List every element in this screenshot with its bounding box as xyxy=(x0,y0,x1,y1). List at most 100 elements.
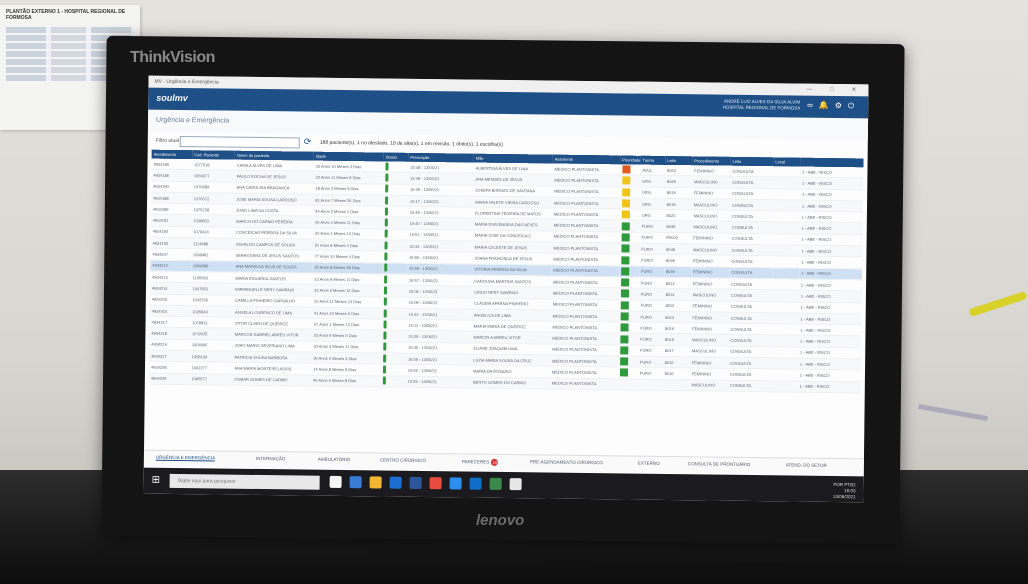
refresh-icon[interactable]: ⟳ xyxy=(304,137,312,148)
tab-urg-ncia-e-emerg-ncia[interactable]: URGÊNCIA E EMERGÊNCIA xyxy=(155,454,216,462)
table-cell: 8016 xyxy=(663,322,691,335)
windows-start-icon[interactable]: ⊞ xyxy=(152,475,162,486)
status-indicator-icon xyxy=(384,241,388,250)
table-cell: URG xyxy=(639,198,665,210)
tab-atend-do-setor[interactable]: ATEND. DO SETOR xyxy=(786,462,827,467)
table-cell: 1 - ABE - RISCO xyxy=(800,166,864,179)
table-cell xyxy=(772,233,800,246)
priority-color-badge xyxy=(620,323,629,332)
tab-ambulat-rio[interactable]: AMBULATÓRIO xyxy=(318,457,350,462)
table-cell: MEDICO PLANTONISTA xyxy=(551,219,620,232)
column-header[interactable]: Atendimento xyxy=(151,149,193,160)
table-cell: 1042336 xyxy=(190,294,234,307)
status-indicator-icon xyxy=(383,331,387,340)
window-controls[interactable]: — □ ✕ xyxy=(806,84,864,97)
table-cell: 15:44 - 13/06/21 xyxy=(407,240,473,253)
tab-interna-o[interactable]: INTERNAÇÃO xyxy=(256,456,286,461)
table-cell: MEDICO PLANTONISTA xyxy=(550,355,618,368)
table-cell: FEMININO xyxy=(690,266,730,279)
table-cell: 4934189 xyxy=(150,203,192,216)
link-icon[interactable]: ∞ xyxy=(807,101,819,110)
table-cell: 8049 xyxy=(664,220,692,233)
table-cell: URG xyxy=(639,209,665,221)
power-icon[interactable]: ⏻ xyxy=(848,101,860,110)
table-cell: CONSULTA xyxy=(728,334,772,347)
table-cell: 4934190 xyxy=(151,180,192,193)
table-cell: CAMILLA PINHEIRO CARVALHO xyxy=(233,294,313,307)
table-cell xyxy=(773,177,801,189)
gear-icon[interactable]: ⚙ xyxy=(835,101,848,110)
table-cell xyxy=(637,378,663,391)
table-cell: 15:11 - 13/06/21 xyxy=(406,319,472,332)
tab-consulta-de-prontu-rio[interactable]: CONSULTA DE PRONTUÁRIO xyxy=(688,461,750,467)
table-cell xyxy=(617,378,638,391)
system-tray: POR PTB2 16:03 13/06/2021 xyxy=(833,482,856,500)
taskbar-app-icon[interactable] xyxy=(329,475,342,489)
table-body: 4934185 1077018 CAMILA ALVES DE LIMA 33 Ano… xyxy=(148,158,864,393)
taskbar-search-input[interactable]: Digite aqui para pesquisar xyxy=(169,473,320,490)
table-cell: FURO xyxy=(638,344,663,357)
taskbar-app-icon[interactable] xyxy=(409,476,422,489)
tab-pr-agendamento-cir-rgico[interactable]: PRÉ-AGENDAMENTO CIRÚRGICO xyxy=(530,459,603,465)
table-cell: MASCULINO xyxy=(691,176,731,188)
table-cell: URG xyxy=(639,186,665,199)
table-cell: MEDICO PLANTONISTA xyxy=(551,230,620,243)
table-cell xyxy=(771,267,800,280)
column-header[interactable]: Procedimento xyxy=(692,156,731,166)
patient-counts: 188 paciente(s), 1 no atestado, 10 de al… xyxy=(319,139,503,148)
table-cell: CONSULTA xyxy=(729,210,773,223)
table-cell: 1 - ABE - RISCO xyxy=(799,245,863,258)
table-cell xyxy=(771,290,799,302)
table-cell: 8049 xyxy=(664,175,693,188)
taskbar-app-icon[interactable] xyxy=(509,478,522,491)
table-cell xyxy=(381,296,407,309)
table-cell xyxy=(619,220,640,232)
tab-pareceres[interactable]: PARECERES 10 xyxy=(462,458,499,466)
table-cell: ANGELICA DE LIMA xyxy=(471,308,551,322)
table-cell: MEDICO PLANTONISTA xyxy=(550,343,618,356)
table-cell: 8049 xyxy=(664,243,692,256)
table-cell: MARCOS GABRIEL ABREU VITOR xyxy=(232,328,312,341)
table-cell: CONSULTA xyxy=(728,300,772,313)
filter-select[interactable] xyxy=(179,136,300,149)
table-cell xyxy=(382,228,408,241)
table-cell: 1078831 xyxy=(190,316,233,329)
table-cell: CONSULTA xyxy=(729,233,773,245)
table-cell: JOAO LIMA DA COSTA xyxy=(234,204,314,217)
column-header[interactable]: Turma xyxy=(640,155,666,165)
taskbar-app-icon[interactable] xyxy=(489,477,502,490)
taskbar-app-icon[interactable] xyxy=(429,477,442,490)
table-cell: 15:17 - 13/06/21 xyxy=(407,195,474,208)
taskbar-app-icon[interactable] xyxy=(449,477,462,490)
table-cell: 1035840 xyxy=(190,305,234,318)
table-cell xyxy=(662,379,690,391)
taskbar-app-icon[interactable] xyxy=(349,476,362,489)
taskbar-app-icon[interactable] xyxy=(469,477,482,490)
table-cell: 15:09 - 13/06/21 xyxy=(406,296,473,309)
table-cell xyxy=(380,364,406,376)
table-cell: 15:48 - 13/06/21 xyxy=(408,161,474,174)
table-cell: FURO xyxy=(638,277,664,289)
table-cell: 22 Anos 9 Meses 5 Dias xyxy=(311,329,382,342)
taskbar-app-icon[interactable] xyxy=(389,476,402,489)
table-cell: ANA CAROLINA BRAGANCA xyxy=(234,181,314,195)
table-cell: FURO xyxy=(639,254,665,267)
table-cell: MEDICO PLANTONISTA xyxy=(552,163,621,176)
priority-color-badge xyxy=(621,199,630,208)
column-header[interactable]: Status xyxy=(383,152,409,162)
tab-centro-cir-rgico[interactable]: CENTRO CIRÚRGICO xyxy=(380,457,426,463)
tab-externo[interactable]: EXTERNO xyxy=(638,461,660,466)
priority-color-badge xyxy=(622,165,631,174)
column-header[interactable]: Prioridade xyxy=(620,155,641,165)
table-cell xyxy=(382,262,408,275)
table-cell: 1105993 xyxy=(190,271,234,284)
taskbar-app-icon[interactable] xyxy=(369,476,382,489)
column-header[interactable]: Leito xyxy=(665,155,693,166)
bell-icon[interactable]: 🔔 xyxy=(819,101,835,110)
table-cell xyxy=(381,341,407,354)
table-cell: FEMININO xyxy=(689,356,729,369)
table-cell xyxy=(771,312,799,325)
table-cell: MASCULINO xyxy=(691,198,731,211)
column-header[interactable]: Local xyxy=(773,157,801,167)
table-cell xyxy=(772,222,800,234)
